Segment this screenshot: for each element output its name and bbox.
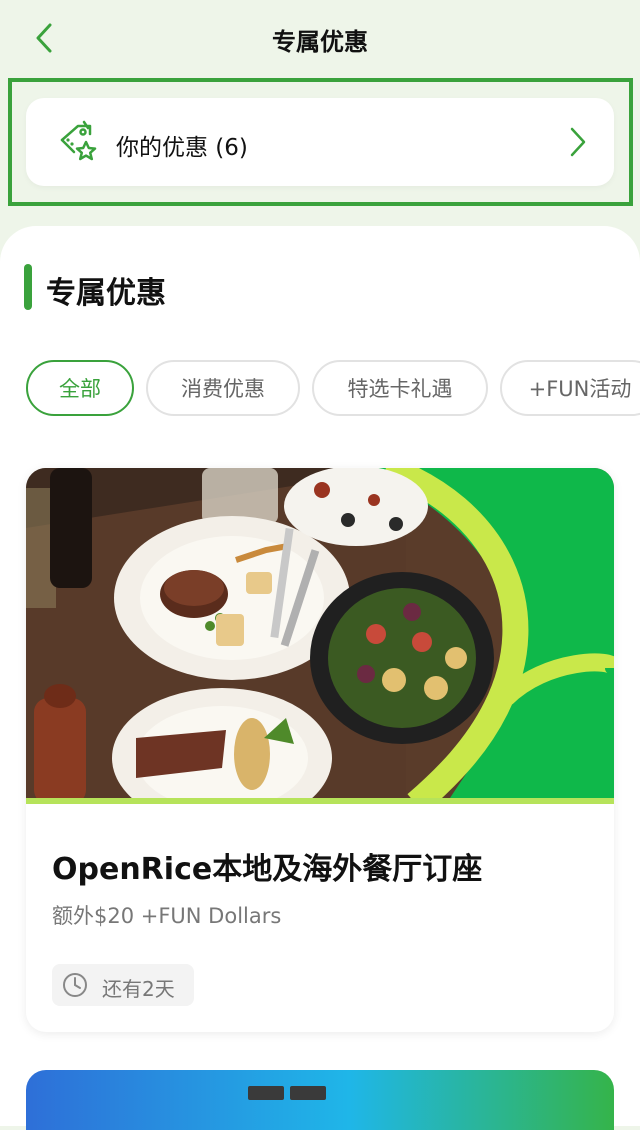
deal-subtitle: 额外$20 +FUN Dollars (52, 904, 282, 928)
offers-panel: 专属优惠 全部 消费优惠 特选卡礼遇 +FUN活动 OpenRice本地及海外餐… (0, 226, 640, 1130)
tag-star-icon (60, 120, 97, 161)
tab-fun-events[interactable]: +FUN活动 (500, 360, 640, 416)
page-title: 专属优惠 (272, 28, 368, 56)
next-deal-image (26, 1070, 614, 1130)
section-accent-bar (24, 264, 32, 310)
clock-icon (63, 973, 87, 997)
app-header: 专属优惠 (0, 0, 640, 76)
chevron-right-icon (570, 127, 586, 157)
deal-card[interactable]: OpenRice本地及海外餐厅订座 额外$20 +FUN Dollars 还有2… (26, 468, 614, 1032)
deal-timer-label: 还有2天 (102, 977, 175, 1001)
filter-tabs: 全部 消费优惠 特选卡礼遇 +FUN活动 (0, 360, 640, 420)
my-offers-card[interactable]: 你的优惠 (6) (26, 98, 614, 186)
next-deal-card[interactable] (26, 1070, 614, 1130)
tab-spending-offers[interactable]: 消费优惠 (146, 360, 300, 416)
section-title: 专属优惠 (46, 276, 166, 311)
deal-title: OpenRice本地及海外餐厅订座 (52, 852, 483, 887)
restaurant-dishes-photo (26, 468, 614, 804)
tab-all[interactable]: 全部 (26, 360, 134, 416)
tab-selected-card-rewards[interactable]: 特选卡礼遇 (312, 360, 488, 416)
deal-timer-badge: 还有2天 (52, 964, 194, 1006)
my-offers-label: 你的优惠 (6) (116, 135, 248, 161)
